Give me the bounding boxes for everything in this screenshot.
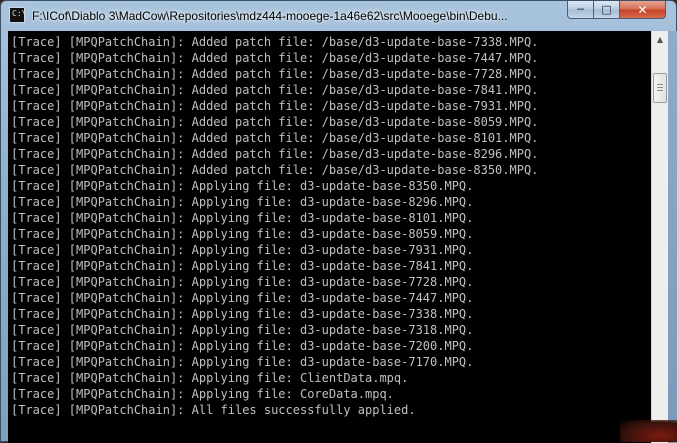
minimize-icon: ─ — [577, 3, 584, 16]
console-line: [Trace] [MPQPatchChain]: Applying file: … — [11, 371, 409, 385]
console-line: [Trace] [MPQPatchChain]: Added patch fil… — [11, 51, 539, 65]
thumb-grip-line — [657, 84, 663, 85]
console-output[interactable]: [Trace] [MPQPatchChain]: Added patch fil… — [8, 31, 651, 443]
console-line: [Trace] [MPQPatchChain]: Applying file: … — [11, 387, 394, 401]
chevron-up-icon: ▲ — [656, 35, 664, 44]
console-line: [Trace] [MPQPatchChain]: Applying file: … — [11, 243, 474, 257]
console-line: [Trace] [MPQPatchChain]: Applying file: … — [11, 291, 474, 305]
close-button[interactable]: ✕ — [620, 1, 666, 19]
thumb-grip-line — [657, 87, 663, 88]
console-line: [Trace] [MPQPatchChain]: Applying file: … — [11, 307, 474, 321]
console-line: [Trace] [MPQPatchChain]: Added patch fil… — [11, 163, 539, 177]
scrollbar-thumb[interactable] — [653, 73, 667, 103]
console-line: [Trace] [MPQPatchChain]: Added patch fil… — [11, 99, 539, 113]
console-line: [Trace] [MPQPatchChain]: Added patch fil… — [11, 35, 539, 49]
vertical-scrollbar[interactable]: ▲ — [651, 31, 668, 443]
window-frame-right — [668, 31, 677, 443]
console-line: [Trace] [MPQPatchChain]: Applying file: … — [11, 323, 474, 337]
console-line: [Trace] [MPQPatchChain]: Applying file: … — [11, 227, 474, 241]
console-line: [Trace] [MPQPatchChain]: Added patch fil… — [11, 67, 539, 81]
console-line: [Trace] [MPQPatchChain]: Applying file: … — [11, 211, 474, 225]
maximize-icon: □ — [601, 3, 612, 16]
console-line: [Trace] [MPQPatchChain]: Added patch fil… — [11, 131, 539, 145]
console-line: [Trace] [MPQPatchChain]: Added patch fil… — [11, 147, 539, 161]
console-line: [Trace] [MPQPatchChain]: Applying file: … — [11, 179, 474, 193]
scroll-up-button[interactable]: ▲ — [652, 31, 668, 48]
console-line: [Trace] [MPQPatchChain]: Applying file: … — [11, 275, 474, 289]
console-icon-glyph: C:\ — [12, 9, 27, 18]
console-line: [Trace] [MPQPatchChain]: Applying file: … — [11, 339, 474, 353]
window-title: F:\ICof\Diablo 3\MadCow\Repositories\mdz… — [32, 9, 508, 23]
console-line: [Trace] [MPQPatchChain]: Added patch fil… — [11, 83, 539, 97]
thumb-grip-line — [657, 90, 663, 91]
maximize-button[interactable]: □ — [594, 1, 620, 19]
console-line: [Trace] [MPQPatchChain]: Applying file: … — [11, 355, 474, 369]
close-icon: ✕ — [637, 2, 648, 17]
console-line: [Trace] [MPQPatchChain]: Applying file: … — [11, 259, 474, 273]
console-line: [Trace] [MPQPatchChain]: Added patch fil… — [11, 115, 539, 129]
title-bar[interactable]: C:\ F:\ICof\Diablo 3\MadCow\Repositories… — [1, 1, 676, 31]
console-line: [Trace] [MPQPatchChain]: All files succe… — [11, 403, 416, 417]
console-icon[interactable]: C:\ — [9, 7, 27, 23]
console-line: [Trace] [MPQPatchChain]: Applying file: … — [11, 195, 474, 209]
window-controls: ─ □ ✕ — [567, 1, 666, 20]
console-lines: [Trace] [MPQPatchChain]: Added patch fil… — [11, 34, 651, 418]
console-window: C:\ F:\ICof\Diablo 3\MadCow\Repositories… — [0, 0, 677, 443]
minimize-button[interactable]: ─ — [567, 1, 594, 19]
